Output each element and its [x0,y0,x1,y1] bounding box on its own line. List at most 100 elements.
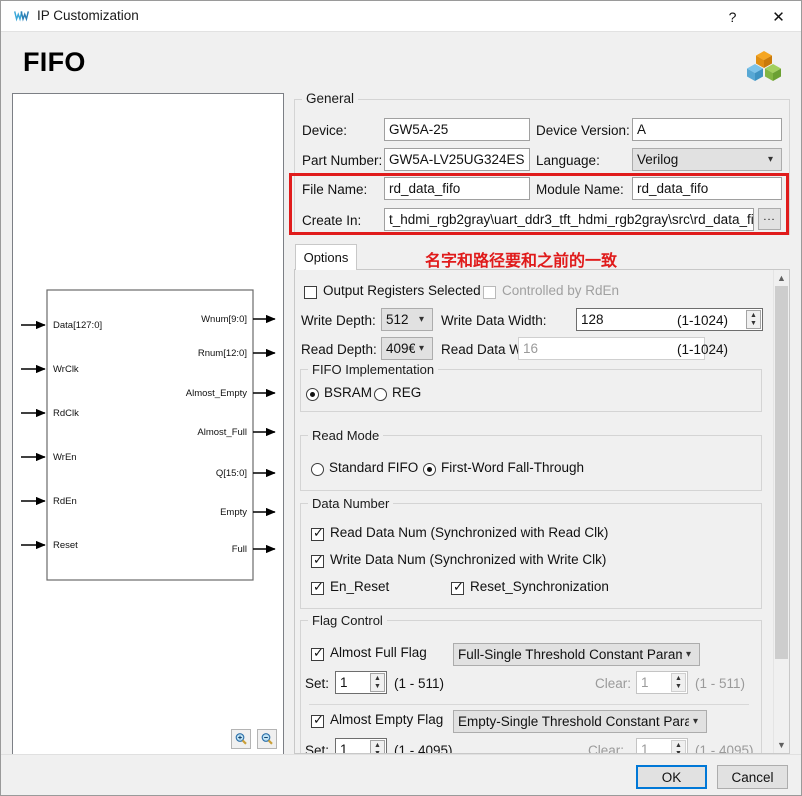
language-value: Verilog [637,152,679,167]
check-icon: ✓ [453,579,464,594]
reset-sync-checkbox[interactable]: ✓ [451,579,464,595]
module-name-field[interactable]: rd_data_fifo [632,177,782,200]
write-depth-value: 512 [386,312,409,327]
ip-cubes-icon [747,51,781,81]
write-data-width-spinbox[interactable]: 128 ▲ ▼ [576,308,763,331]
radio-dot [310,392,315,397]
data-number-legend: Data Number [308,496,394,511]
radio-first-word-fall-through-label: First-Word Fall-Through [441,460,585,475]
port-label-input-5: Reset [53,540,78,551]
part-number-field[interactable]: GW5A-LV25UG324ES [384,148,530,171]
page-title: FIFO [23,47,86,77]
ok-button[interactable]: OK [636,765,707,789]
help-button[interactable]: ? [710,1,755,32]
ip-preview-panel[interactable]: Data[127:0] WrClk RdClk WrEn RdEn Reset … [12,93,284,755]
spinner-down-icon[interactable]: ▼ [747,320,760,329]
controlled-by-rden-checkbox [483,286,496,299]
scrollbar-thumb[interactable] [775,286,788,659]
output-registers-label: Output Registers Selected [323,283,481,298]
options-panel: Output Registers Selected Controlled by … [294,269,790,754]
zoom-in-icon[interactable] [231,729,251,749]
language-combobox[interactable]: Verilog ▾ [632,148,782,171]
dialog-footer: OK Cancel [1,754,801,795]
part-number-label: Part Number: [302,153,383,168]
gowin-logo-icon [13,11,30,22]
read-depth-label: Read Depth: [301,342,377,357]
almost-full-mode-value: Full-Single Threshold Constant Parame [458,647,682,662]
check-icon: ✓ [313,712,324,727]
spinner-up-icon[interactable]: ▲ [371,741,384,750]
radio-first-word-fall-through[interactable] [423,463,436,476]
device-label: Device: [302,123,348,138]
almost-full-flag-checkbox[interactable]: ✓ [311,645,324,661]
write-data-num-checkbox[interactable]: ✓ [311,553,324,568]
port-label-output-5: Empty [220,507,247,518]
radio-bsram[interactable] [306,388,319,401]
chevron-down-icon: ▾ [418,343,425,354]
device-version-field[interactable]: A [632,118,782,141]
empty-clear-value: 1 [641,742,649,754]
device-version-label: Device Version: [536,123,630,138]
write-depth-combobox[interactable]: 512 ▾ [381,308,433,331]
empty-set-spinbox[interactable]: 1 ▲ ▼ [335,738,387,754]
full-set-value: 1 [340,675,348,690]
title-bar: IP Customization ? ✕ [1,1,801,32]
full-set-spinbox[interactable]: 1 ▲ ▼ [335,671,387,694]
port-label-output-3: Almost_Full [197,427,247,438]
almost-empty-mode-combobox[interactable]: Empty-Single Threshold Constant Param ▾ [453,710,707,733]
tab-options[interactable]: Options [295,244,357,270]
spinner-buttons[interactable]: ▲ ▼ [370,740,385,753]
device-field[interactable]: GW5A-25 [384,118,530,141]
spinner-up-icon[interactable]: ▲ [371,674,384,683]
scroll-down-icon[interactable]: ▼ [774,737,789,753]
check-icon: ✓ [313,525,324,540]
chevron-down-icon: ▾ [685,649,692,660]
read-depth-value: 409€ [386,341,415,356]
chevron-down-icon: ▾ [692,716,699,727]
spinner-up-icon[interactable]: ▲ [747,311,760,320]
almost-empty-flag-checkbox[interactable]: ✓ [311,712,324,728]
radio-reg[interactable] [374,388,387,401]
empty-set-value: 1 [340,742,348,754]
browse-button[interactable]: ... [758,208,781,230]
spinner-down-icon[interactable]: ▼ [371,683,384,692]
spinner-up-icon: ▲ [675,741,682,749]
port-label-input-2: RdClk [53,408,79,419]
full-set-label: Set: [305,676,330,691]
ip-customization-dialog: IP Customization ? ✕ FIFO Data[127:0] Wr… [0,0,802,796]
read-data-num-checkbox[interactable]: ✓ [311,525,324,541]
language-label: Language: [536,153,600,168]
write-data-width-value: 128 [581,312,604,327]
radio-bsram-label: BSRAM [324,385,373,400]
full-clear-spinbox: 1 ▲ ▼ [636,671,688,694]
check-icon: ✓ [313,579,324,594]
write-data-width-range: (1-1024) [677,313,729,328]
output-registers-checkbox[interactable] [304,286,317,299]
chevron-down-icon: ▾ [418,314,425,325]
cancel-button[interactable]: Cancel [717,765,788,789]
read-mode-legend: Read Mode [308,428,384,443]
spinner-buttons: ▲ ▼ [671,673,686,692]
port-label-input-1: WrClk [53,364,79,375]
file-name-field[interactable]: rd_data_fifo [384,177,530,200]
options-scrollbar[interactable]: ▲ ▼ [773,270,789,753]
create-in-field[interactable]: t_hdmi_rgb2gray\uart_ddr3_tft_hdmi_rgb2g… [384,208,754,231]
write-data-width-label: Write Data Width: [441,313,547,328]
en-reset-checkbox[interactable]: ✓ [311,579,324,595]
zoom-out-icon[interactable] [257,729,277,749]
spinner-buttons[interactable]: ▲ ▼ [370,673,385,692]
almost-full-mode-combobox[interactable]: Full-Single Threshold Constant Parame ▾ [453,643,700,666]
general-legend: General [302,91,359,106]
check-icon: ✓ [313,645,324,660]
write-depth-label: Write Depth: [301,313,376,328]
scroll-up-icon[interactable]: ▲ [774,270,789,286]
radio-standard-fifo[interactable] [311,463,324,476]
almost-empty-flag-label: Almost Empty Flag [330,712,444,727]
empty-clear-spinbox: 1 ▲ ▼ [636,738,688,754]
fifo-block-diagram: Data[127:0] WrClk RdClk WrEn RdEn Reset … [21,289,276,581]
spinner-buttons[interactable]: ▲ ▼ [746,310,761,329]
full-clear-label: Clear: [595,676,632,691]
read-depth-combobox[interactable]: 409€ ▾ [381,337,433,360]
port-label-output-4: Q[15:0] [216,468,247,479]
close-button[interactable]: ✕ [756,1,801,32]
